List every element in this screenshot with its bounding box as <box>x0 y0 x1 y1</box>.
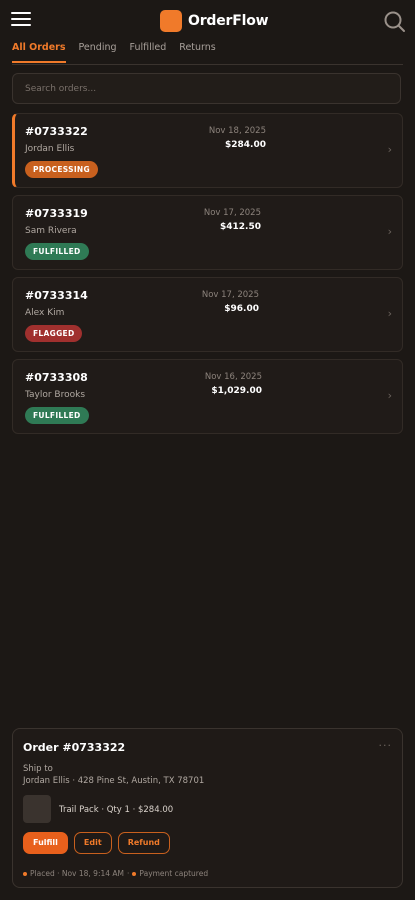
order-date: Nov 17, 2025 <box>201 290 259 300</box>
order-customer: Taylor Brooks <box>25 390 86 400</box>
line-item: Trail Pack · Qty 1 · $284.00 <box>59 805 174 815</box>
refund-button[interactable]: Refund <box>117 832 170 854</box>
logo-mark-icon <box>160 10 182 32</box>
order-total: $1,029.00 <box>211 386 262 396</box>
chevron-right-icon: › <box>387 225 392 238</box>
order-card[interactable]: #0733308 Taylor Brooks Nov 16, 2025 $1,0… <box>12 359 403 434</box>
order-total: $412.50 <box>220 222 261 232</box>
status-badge: FULFILLED <box>25 407 89 424</box>
order-card[interactable]: #0733322 Jordan Ellis Nov 18, 2025 $284.… <box>12 113 403 188</box>
edit-button[interactable]: Edit <box>73 832 112 854</box>
meta-separator: · <box>127 869 130 878</box>
order-card[interactable]: #0733319 Sam Rivera Nov 17, 2025 $412.50… <box>12 195 403 270</box>
order-customer: Jordan Ellis <box>25 144 75 154</box>
order-id: #0733322 <box>25 125 88 138</box>
order-detail-panel: Order #0733322 ··· Ship to Jordan Ellis … <box>12 728 403 888</box>
order-customer: Alex Kim <box>25 308 65 318</box>
status-dot-icon <box>132 871 137 876</box>
order-id: #0733319 <box>25 207 88 220</box>
status-badge: FLAGGED <box>25 325 83 342</box>
hamburger-menu-icon[interactable] <box>11 12 31 28</box>
order-date: Nov 17, 2025 <box>203 208 261 218</box>
tab-all-orders[interactable]: All Orders <box>12 42 66 63</box>
order-total: $284.00 <box>225 140 266 150</box>
status-badge: FULFILLED <box>25 243 89 260</box>
ship-to-label: Ship to <box>23 764 53 774</box>
order-date: Nov 16, 2025 <box>204 372 262 382</box>
chevron-right-icon: › <box>387 389 392 402</box>
payment-status: Payment captured <box>139 869 209 878</box>
order-customer: Sam Rivera <box>25 226 77 236</box>
status-badge: PROCESSING <box>25 161 98 178</box>
search-icon[interactable] <box>383 10 407 34</box>
order-card[interactable]: #0733314 Alex Kim Nov 17, 2025 $96.00 FL… <box>12 277 403 352</box>
app-name: OrderFlow <box>188 13 269 29</box>
orders-list: #0733322 Jordan Ellis Nov 18, 2025 $284.… <box>12 113 403 441</box>
more-options-icon[interactable]: ··· <box>379 739 393 752</box>
order-meta: Placed · Nov 18, 9:14 AM · Payment captu… <box>23 869 208 878</box>
app-logo: OrderFlow <box>160 10 269 32</box>
order-id: #0733308 <box>25 371 88 384</box>
search-box <box>12 73 401 104</box>
item-thumbnail <box>23 795 51 823</box>
chevron-right-icon: › <box>387 143 392 156</box>
tab-returns[interactable]: Returns <box>179 42 215 63</box>
chevron-right-icon: › <box>387 307 392 320</box>
ship-address: Jordan Ellis · 428 Pine St, Austin, TX 7… <box>23 776 205 786</box>
detail-title: Order #0733322 <box>23 741 126 754</box>
app-root: OrderFlow All Orders Pending Fulfilled R… <box>0 0 415 900</box>
fulfill-button[interactable]: Fulfill <box>23 832 68 854</box>
status-dot-icon <box>23 871 27 876</box>
tab-pending[interactable]: Pending <box>79 42 117 63</box>
tab-fulfilled[interactable]: Fulfilled <box>130 42 167 63</box>
order-id: #0733314 <box>25 289 88 302</box>
order-tabs: All Orders Pending Fulfilled Returns <box>12 42 403 65</box>
search-input[interactable] <box>13 74 400 103</box>
app-header: OrderFlow <box>0 0 415 40</box>
order-date: Nov 18, 2025 <box>208 126 266 136</box>
detail-actions: Fulfill Edit Refund <box>23 832 176 854</box>
placed-time: Placed · Nov 18, 9:14 AM <box>30 869 125 878</box>
order-total: $96.00 <box>224 304 259 314</box>
